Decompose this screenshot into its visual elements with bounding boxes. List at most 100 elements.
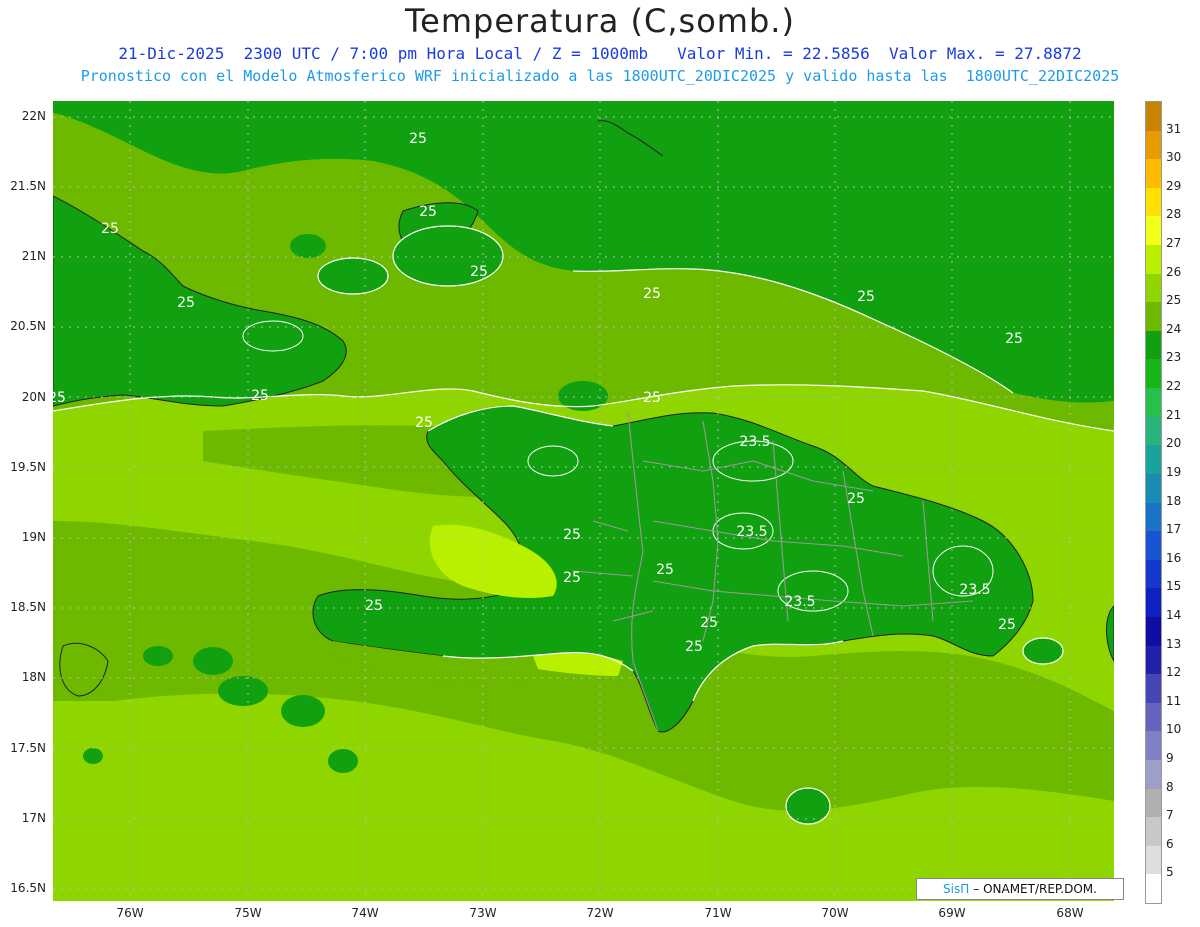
lat-label: 22N (21, 109, 46, 123)
colorbar-tick-label: 5 (1166, 865, 1174, 880)
colorbar-tick-label: 9 (1166, 750, 1174, 765)
colorbar-tick-label: 17 (1166, 522, 1182, 537)
colorbar-tick-label: 20 (1166, 436, 1182, 451)
colorbar-tick-label: 10 (1166, 722, 1182, 737)
sispi-logo-text: SisΠ (943, 882, 970, 896)
colorbar-tick-label: 16 (1166, 550, 1182, 565)
contour-value-label: 25 (101, 221, 119, 237)
colorbar-tick-label: 29 (1166, 178, 1182, 193)
lat-label: 17.5N (10, 741, 46, 755)
lon-label: 73W (469, 906, 497, 920)
colorbar-segment (1146, 130, 1161, 160)
colorbar-segment (1146, 330, 1161, 360)
colorbar-segment (1146, 473, 1161, 503)
contour-value-label: 25 (643, 390, 661, 406)
colorbar-segment (1146, 674, 1161, 704)
contour-value-label: 25 (563, 527, 581, 543)
colorbar-segment (1146, 702, 1161, 732)
colorbar-segment (1146, 416, 1161, 446)
contour-value-label: 25 (415, 415, 433, 431)
colorbar-tick-label: 13 (1166, 636, 1182, 651)
lat-label: 21.5N (10, 179, 46, 193)
colorbar-segment (1146, 187, 1161, 217)
chart-title: Temperatura (C,somb.) (405, 2, 795, 40)
colorbar-tick-label: 6 (1166, 836, 1174, 851)
contour-value-label: 25 (365, 598, 383, 614)
forecast-time-line: 21-Dic-2025 2300 UTC / 7:00 pm Hora Loca… (118, 44, 1082, 63)
contour-value-label: 23.5 (736, 524, 768, 540)
colorbar-segment (1146, 588, 1161, 618)
lon-label: 72W (586, 906, 614, 920)
lon-label: 68W (1056, 906, 1084, 920)
colorbar-segment (1146, 502, 1161, 532)
lon-label: 74W (351, 906, 379, 920)
colorbar-segment (1146, 645, 1161, 675)
colorbar-segment (1146, 273, 1161, 303)
lon-label: 75W (234, 906, 262, 920)
colorbar-tick-label: 30 (1166, 150, 1182, 165)
contour-value-label: 25 (656, 562, 674, 578)
lat-label: 20.5N (10, 319, 46, 333)
contour-value-label: 25 (847, 491, 865, 507)
lon-label: 71W (704, 906, 732, 920)
contour-value-label: 25 (998, 617, 1016, 633)
colorbar-tick-label: 27 (1166, 236, 1182, 251)
colorbar-tick-label: 14 (1166, 607, 1182, 622)
lon-label: 70W (821, 906, 849, 920)
colorbar-segment (1146, 531, 1161, 561)
contour-value-label: 25 (409, 131, 427, 147)
colorbar-tick-label: 11 (1166, 693, 1182, 708)
credit-box: SisΠ – ONAMET/REP.DOM. (916, 878, 1124, 900)
colorbar-segment (1146, 559, 1161, 589)
model-info-line: Pronostico con el Modelo Atmosferico WRF… (80, 67, 1120, 85)
lat-label: 16.5N (10, 881, 46, 895)
lat-label: 18N (21, 670, 46, 684)
lon-label: 69W (938, 906, 966, 920)
colorbar-tick-label: 12 (1166, 665, 1182, 680)
colorbar-tick-label: 31 (1166, 121, 1182, 136)
contour-value-label: 25 (857, 289, 875, 305)
colorbar-segment (1146, 817, 1161, 847)
contour-value-label: 23.5 (739, 434, 771, 450)
colorbar-segment (1146, 616, 1161, 647)
contour-value-label: 25 (685, 639, 703, 655)
colorbar (1145, 101, 1162, 904)
contour-value-label: 25 (1005, 331, 1023, 347)
lat-label: 18.5N (10, 600, 46, 614)
colorbar-tick-label: 19 (1166, 464, 1182, 479)
colorbar-segment (1146, 445, 1161, 475)
colorbar-segment (1146, 874, 1161, 904)
colorbar-segment (1146, 759, 1161, 790)
temperature-map (53, 101, 1114, 901)
colorbar-segment (1146, 159, 1161, 189)
lat-label: 19N (21, 530, 46, 544)
contour-value-label: 25 (251, 388, 269, 404)
colorbar-segment (1146, 788, 1161, 818)
contour-value-label: 25 (643, 286, 661, 302)
colorbar-segment (1146, 359, 1161, 389)
colorbar-tick-label: 8 (1166, 779, 1174, 794)
credit-text: – ONAMET/REP.DOM. (973, 882, 1097, 896)
colorbar-segment (1146, 245, 1161, 275)
colorbar-segment (1146, 731, 1161, 761)
colorbar-segment (1146, 388, 1161, 418)
colorbar-segment (1146, 845, 1161, 875)
colorbar-tick-label: 21 (1166, 407, 1182, 422)
contour-value-label: 25 (48, 390, 66, 406)
contour-value-label: 25 (563, 570, 581, 586)
contour-value-label: 25 (177, 295, 195, 311)
colorbar-segment (1146, 216, 1161, 246)
colorbar-tick-label: 25 (1166, 293, 1182, 308)
colorbar-tick-label: 18 (1166, 493, 1182, 508)
colorbar-tick-label: 7 (1166, 808, 1174, 823)
lon-label: 76W (116, 906, 144, 920)
contour-value-label: 23.5 (959, 582, 991, 598)
contour-value-label: 25 (419, 204, 437, 220)
lat-label: 17N (21, 811, 46, 825)
colorbar-tick-label: 26 (1166, 264, 1182, 279)
colorbar-tick-label: 22 (1166, 379, 1182, 394)
contour-value-label: 25 (470, 264, 488, 280)
colorbar-tick-label: 15 (1166, 579, 1182, 594)
lat-label: 20N (21, 390, 46, 404)
colorbar-tick-label: 24 (1166, 321, 1182, 336)
